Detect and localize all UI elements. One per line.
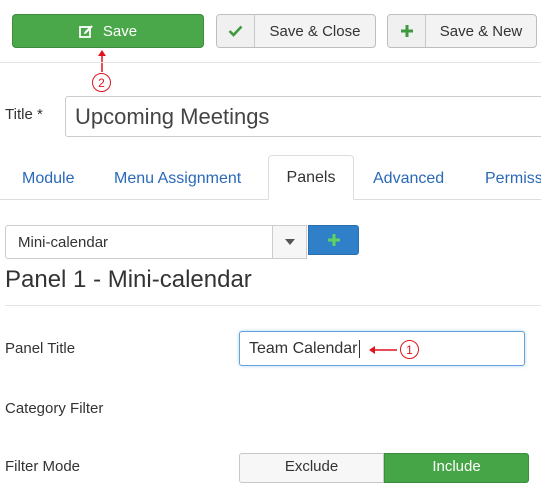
panel-heading: Panel 1 - Mini-calendar — [5, 266, 252, 293]
annotation-arrow-up — [98, 50, 106, 72]
plus-icon — [388, 15, 426, 47]
category-filter-label: Category Filter — [5, 400, 104, 417]
annotation-marker-1: 1 — [400, 340, 419, 359]
save-new-button[interactable]: Save & New — [387, 14, 537, 48]
annotation-arrow-left — [369, 346, 397, 354]
toolbar-divider — [0, 62, 541, 63]
caret-down-icon — [272, 226, 306, 258]
save-button-label: Save — [102, 22, 138, 40]
tab-panels-label: Panels — [286, 168, 336, 186]
panel-divider — [5, 305, 541, 306]
save-button[interactable]: Save — [12, 14, 204, 48]
annotation-marker-2: 2 — [92, 73, 111, 92]
save-close-button-label: Save & Close — [269, 22, 361, 40]
tab-permissions[interactable]: Permiss — [485, 170, 541, 188]
title-label: Title * — [5, 106, 43, 123]
panel-type-select-value: Mini-calendar — [18, 234, 109, 251]
title-input-value: Upcoming Meetings — [75, 103, 270, 129]
check-icon — [217, 15, 255, 47]
add-panel-button[interactable] — [308, 225, 359, 255]
save-close-button[interactable]: Save & Close — [216, 14, 376, 48]
tab-advanced[interactable]: Advanced — [373, 170, 444, 188]
tab-module[interactable]: Module — [22, 170, 74, 188]
edit-icon — [78, 24, 94, 39]
filter-mode-include-button[interactable]: Include — [384, 453, 529, 483]
tab-panels[interactable]: Panels — [268, 155, 354, 200]
save-new-button-label: Save & New — [439, 22, 523, 40]
panel-title-input-value: Team Calendar — [249, 339, 358, 357]
tab-menu-assignment[interactable]: Menu Assignment — [114, 170, 241, 188]
text-cursor — [358, 339, 360, 358]
panel-type-select[interactable]: Mini-calendar — [5, 225, 307, 259]
title-input[interactable]: Upcoming Meetings — [65, 96, 541, 137]
plus-icon — [327, 233, 341, 247]
filter-mode-exclude-button[interactable]: Exclude — [239, 453, 384, 483]
panel-title-label: Panel Title — [5, 340, 76, 357]
